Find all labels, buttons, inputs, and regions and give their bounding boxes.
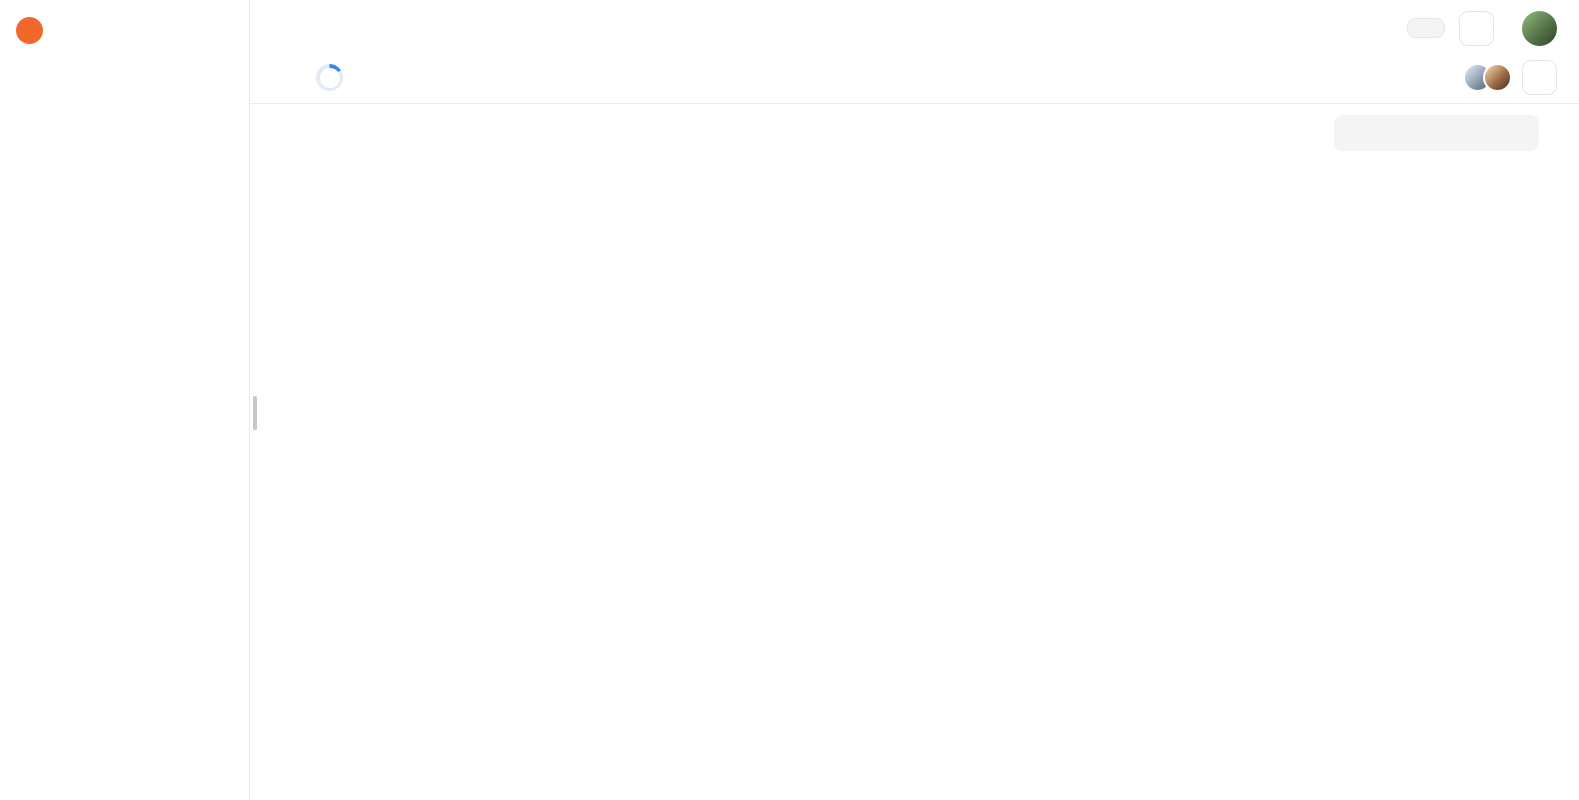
sidebar bbox=[0, 0, 250, 800]
progress-value bbox=[320, 68, 340, 88]
invite-member-button[interactable] bbox=[1522, 60, 1557, 95]
workspace-switcher[interactable] bbox=[0, 0, 249, 56]
sidebar-nav bbox=[0, 56, 249, 64]
member-avatars[interactable] bbox=[1463, 63, 1512, 92]
progress-ring bbox=[316, 64, 343, 91]
avatar bbox=[1483, 63, 1512, 92]
project-selector-dropdown[interactable] bbox=[1407, 18, 1445, 38]
kanban-board bbox=[250, 161, 1579, 800]
search-input[interactable] bbox=[1354, 126, 1527, 141]
search-box[interactable] bbox=[1334, 115, 1539, 151]
topbar bbox=[250, 0, 1579, 56]
create-new-button[interactable] bbox=[1459, 11, 1494, 46]
chat-with-us-button[interactable] bbox=[0, 770, 249, 800]
scrollbar-thumb[interactable] bbox=[253, 396, 257, 430]
user-avatar[interactable] bbox=[1522, 11, 1557, 46]
main-area bbox=[250, 0, 1579, 800]
company-logo bbox=[16, 17, 43, 44]
board-toolbar bbox=[250, 104, 1579, 161]
app-root bbox=[0, 0, 1579, 800]
project-header bbox=[250, 56, 1579, 95]
